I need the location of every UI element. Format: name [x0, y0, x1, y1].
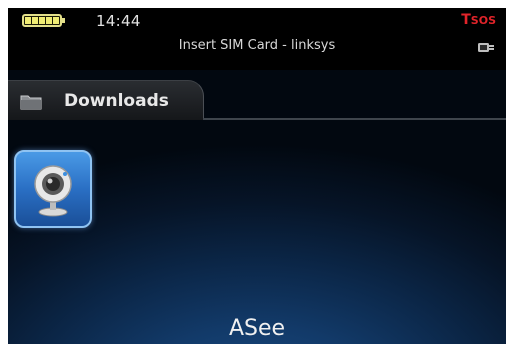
battery-icon — [22, 14, 65, 27]
webcam-icon — [34, 165, 72, 217]
folder-header[interactable]: Downloads — [8, 80, 506, 124]
app-label: ASee — [228, 316, 286, 341]
folder-label: Downloads — [64, 91, 169, 111]
folder-divider — [203, 118, 506, 120]
folder-tab[interactable]: Downloads — [8, 80, 204, 120]
status-bar: 14:44 Insert SIM Card - linksys TSOS — [8, 8, 506, 70]
signal-icon: T — [461, 12, 471, 28]
clock: 14:44 — [96, 12, 141, 30]
app-icon-asee[interactable] — [14, 150, 92, 228]
signal-indicator: TSOS — [461, 12, 496, 28]
signal-text: SOS — [470, 14, 496, 27]
network-status: Insert SIM Card - linksys — [178, 38, 336, 53]
folder-icon — [20, 95, 42, 110]
plug-icon — [478, 43, 494, 52]
device-screen: 14:44 Insert SIM Card - linksys TSOS Dow… — [8, 8, 506, 344]
